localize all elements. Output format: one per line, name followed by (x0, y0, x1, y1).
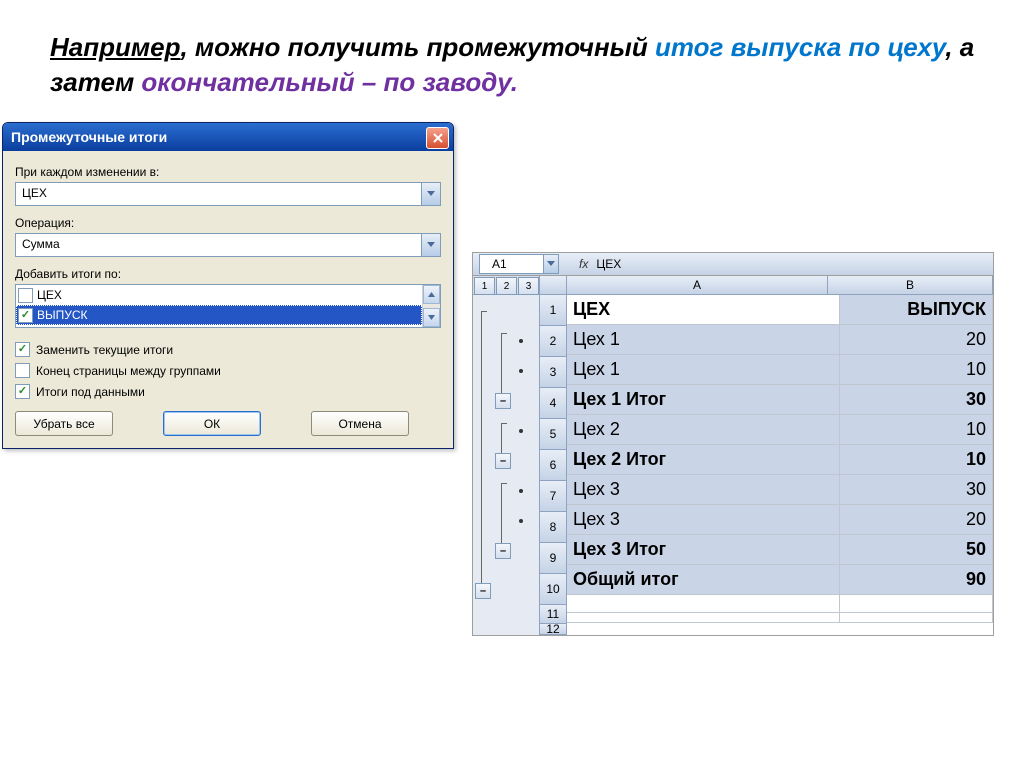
checkbox[interactable] (15, 384, 30, 399)
listbox-add-subtotal[interactable]: ЦЕХ ВЫПУСК (15, 284, 441, 328)
spreadsheet: A1 fx ЦЕХ 1 2 3 A B – (472, 252, 994, 636)
cell[interactable]: Цех 3 Итог (567, 535, 840, 565)
ok-button[interactable]: ОК (163, 411, 261, 436)
cell[interactable] (567, 613, 840, 623)
chevron-down-icon (427, 242, 435, 248)
checkbox[interactable] (15, 342, 30, 357)
cell[interactable]: 10 (840, 355, 993, 385)
outline-level-1[interactable]: 1 (474, 277, 495, 295)
checkbox-page-break[interactable]: Конец страницы между группами (15, 363, 441, 378)
cell[interactable]: ЦЕХ (567, 295, 840, 325)
cell[interactable]: 50 (840, 535, 993, 565)
fx-label[interactable]: fx (579, 257, 588, 271)
cell[interactable] (567, 595, 840, 613)
chevron-up-icon (428, 292, 435, 297)
checkbox[interactable] (18, 308, 33, 323)
row-header[interactable]: 5 (540, 419, 566, 450)
cell[interactable]: 10 (840, 445, 993, 475)
list-item-label: ЦЕХ (37, 288, 62, 302)
cell[interactable]: Цех 1 (567, 325, 840, 355)
outline-collapse-button[interactable]: – (495, 543, 511, 559)
chevron-down-icon (428, 315, 435, 320)
cell[interactable]: Общий итог (567, 565, 840, 595)
checkbox-summary-below[interactable]: Итоги под данными (15, 384, 441, 399)
combo-value: Сумма (16, 234, 421, 256)
cell[interactable]: Цех 2 (567, 415, 840, 445)
outline-collapse-button[interactable]: – (495, 453, 511, 469)
cells-area: ЦЕХВЫПУСК Цех 120 Цех 110 Цех 1 Итог30 Ц… (567, 295, 993, 635)
checkbox-replace-current[interactable]: Заменить текущие итоги (15, 342, 441, 357)
cell[interactable]: Цех 2 Итог (567, 445, 840, 475)
cell[interactable]: 20 (840, 505, 993, 535)
cell[interactable]: 10 (840, 415, 993, 445)
row-header[interactable]: 12 (540, 624, 566, 635)
name-box-dropdown[interactable] (543, 255, 558, 273)
label-operation: Операция: (15, 216, 441, 230)
label-add-subtotal: Добавить итоги по: (15, 267, 441, 281)
dialog-titlebar[interactable]: Промежуточные итоги (3, 123, 453, 151)
cell[interactable]: Цех 3 (567, 505, 840, 535)
scroll-up-button[interactable] (423, 285, 440, 304)
row-header[interactable]: 3 (540, 357, 566, 388)
checkbox[interactable] (18, 288, 33, 303)
row-header[interactable]: 6 (540, 450, 566, 481)
dialog-title: Промежуточные итоги (11, 129, 167, 145)
formula-bar: A1 fx ЦЕХ (473, 253, 993, 276)
scroll-down-button[interactable] (423, 308, 440, 327)
label-at-each-change: При каждом изменении в: (15, 165, 441, 179)
row-header[interactable]: 9 (540, 543, 566, 574)
cell[interactable]: Цех 3 (567, 475, 840, 505)
column-header-row: 1 2 3 A B (473, 276, 993, 295)
chevron-down-icon (427, 191, 435, 197)
cell[interactable]: ВЫПУСК (840, 295, 993, 325)
list-item[interactable]: ЦЕХ (16, 285, 422, 305)
outline-area: – – – – (473, 295, 540, 635)
column-header-B[interactable]: B (828, 276, 993, 294)
row-header[interactable]: 2 (540, 326, 566, 357)
outline-collapse-button[interactable]: – (495, 393, 511, 409)
outline-collapse-button[interactable]: – (475, 583, 491, 599)
cell[interactable]: 30 (840, 475, 993, 505)
slide-heading: Например, можно получить промежуточный и… (50, 30, 1004, 100)
formula-value[interactable]: ЦЕХ (596, 257, 621, 271)
combo-operation[interactable]: Сумма (15, 233, 441, 257)
row-header[interactable]: 4 (540, 388, 566, 419)
outline-levels: 1 2 3 (473, 276, 540, 294)
cell[interactable]: 20 (840, 325, 993, 355)
close-icon (433, 133, 443, 143)
dropdown-button[interactable] (421, 183, 440, 205)
outline-level-3[interactable]: 3 (518, 277, 539, 295)
list-item[interactable]: ВЫПУСК (16, 305, 422, 325)
cell[interactable] (840, 613, 993, 623)
remove-all-button[interactable]: Убрать все (15, 411, 113, 436)
chevron-down-icon (547, 261, 555, 267)
cell[interactable]: 30 (840, 385, 993, 415)
cell[interactable] (840, 595, 993, 613)
column-header-A[interactable]: A (567, 276, 828, 294)
close-button[interactable] (426, 127, 449, 149)
outline-level-2[interactable]: 2 (496, 277, 517, 295)
row-headers: 1 2 3 4 5 6 7 8 9 10 11 12 (540, 295, 567, 635)
row-header[interactable]: 10 (540, 574, 566, 605)
combo-at-each-change[interactable]: ЦЕХ (15, 182, 441, 206)
cell[interactable]: Цех 1 Итог (567, 385, 840, 415)
row-header[interactable]: 1 (540, 295, 566, 326)
cancel-button[interactable]: Отмена (311, 411, 409, 436)
cell[interactable]: Цех 1 (567, 355, 840, 385)
combo-value: ЦЕХ (16, 183, 421, 205)
select-all-corner[interactable] (540, 276, 567, 294)
checkbox[interactable] (15, 363, 30, 378)
list-item-label: ВЫПУСК (37, 308, 88, 322)
row-header[interactable]: 8 (540, 512, 566, 543)
name-box[interactable]: A1 (479, 254, 559, 274)
dropdown-button[interactable] (421, 234, 440, 256)
cell[interactable]: 90 (840, 565, 993, 595)
scrollbar[interactable] (422, 285, 440, 327)
row-header[interactable]: 7 (540, 481, 566, 512)
subtotals-dialog: Промежуточные итоги При каждом изменении… (2, 122, 454, 449)
